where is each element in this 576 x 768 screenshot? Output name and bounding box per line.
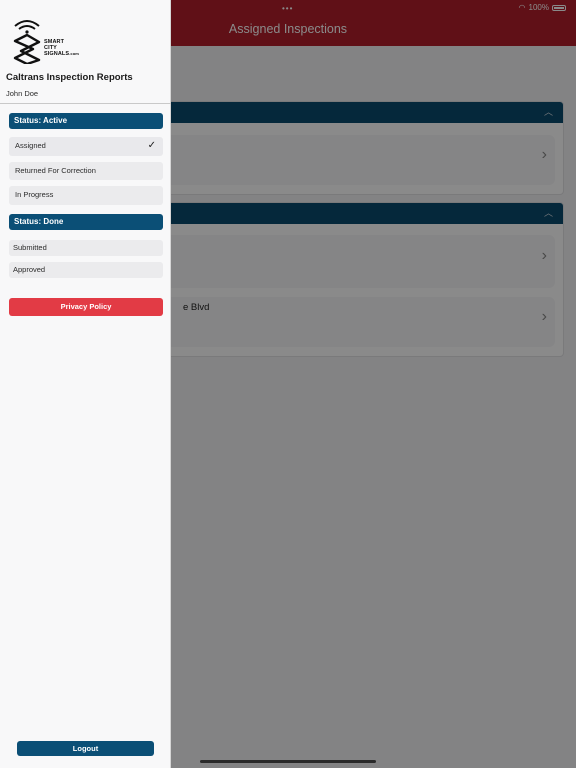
- menu-item-submitted[interactable]: Submitted: [9, 240, 163, 256]
- privacy-policy-button[interactable]: Privacy Policy: [9, 298, 163, 316]
- menu-item-in-progress[interactable]: In Progress: [9, 186, 163, 205]
- menu-item-label: In Progress: [15, 190, 54, 199]
- app-title: Caltrans Inspection Reports: [6, 72, 133, 83]
- group-header-active: Status: Active: [9, 113, 163, 129]
- logout-button[interactable]: Logout: [17, 741, 154, 756]
- checkmark-icon: ✓: [147, 140, 156, 151]
- menu-item-label: Assigned: [15, 141, 46, 150]
- menu-item-label: Returned For Correction: [15, 166, 96, 175]
- menu-item-approved[interactable]: Approved: [9, 262, 163, 278]
- side-drawer: SMART CITY SIGNALS.com Caltrans Inspecti…: [0, 0, 171, 768]
- menu-item-returned-for-correction[interactable]: Returned For Correction: [9, 162, 163, 180]
- smart-city-signals-logo: SMART CITY SIGNALS.com: [12, 18, 92, 66]
- group-header-done: Status: Done: [9, 214, 163, 230]
- user-name: John Doe: [6, 89, 39, 98]
- menu-item-label: Approved: [13, 265, 46, 274]
- divider: [0, 103, 171, 104]
- logo-text: SMART CITY SIGNALS.com: [44, 39, 79, 58]
- menu-item-label: Submitted: [13, 243, 47, 252]
- menu-item-assigned[interactable]: Assigned ✓: [9, 137, 163, 156]
- home-indicator[interactable]: [200, 760, 376, 763]
